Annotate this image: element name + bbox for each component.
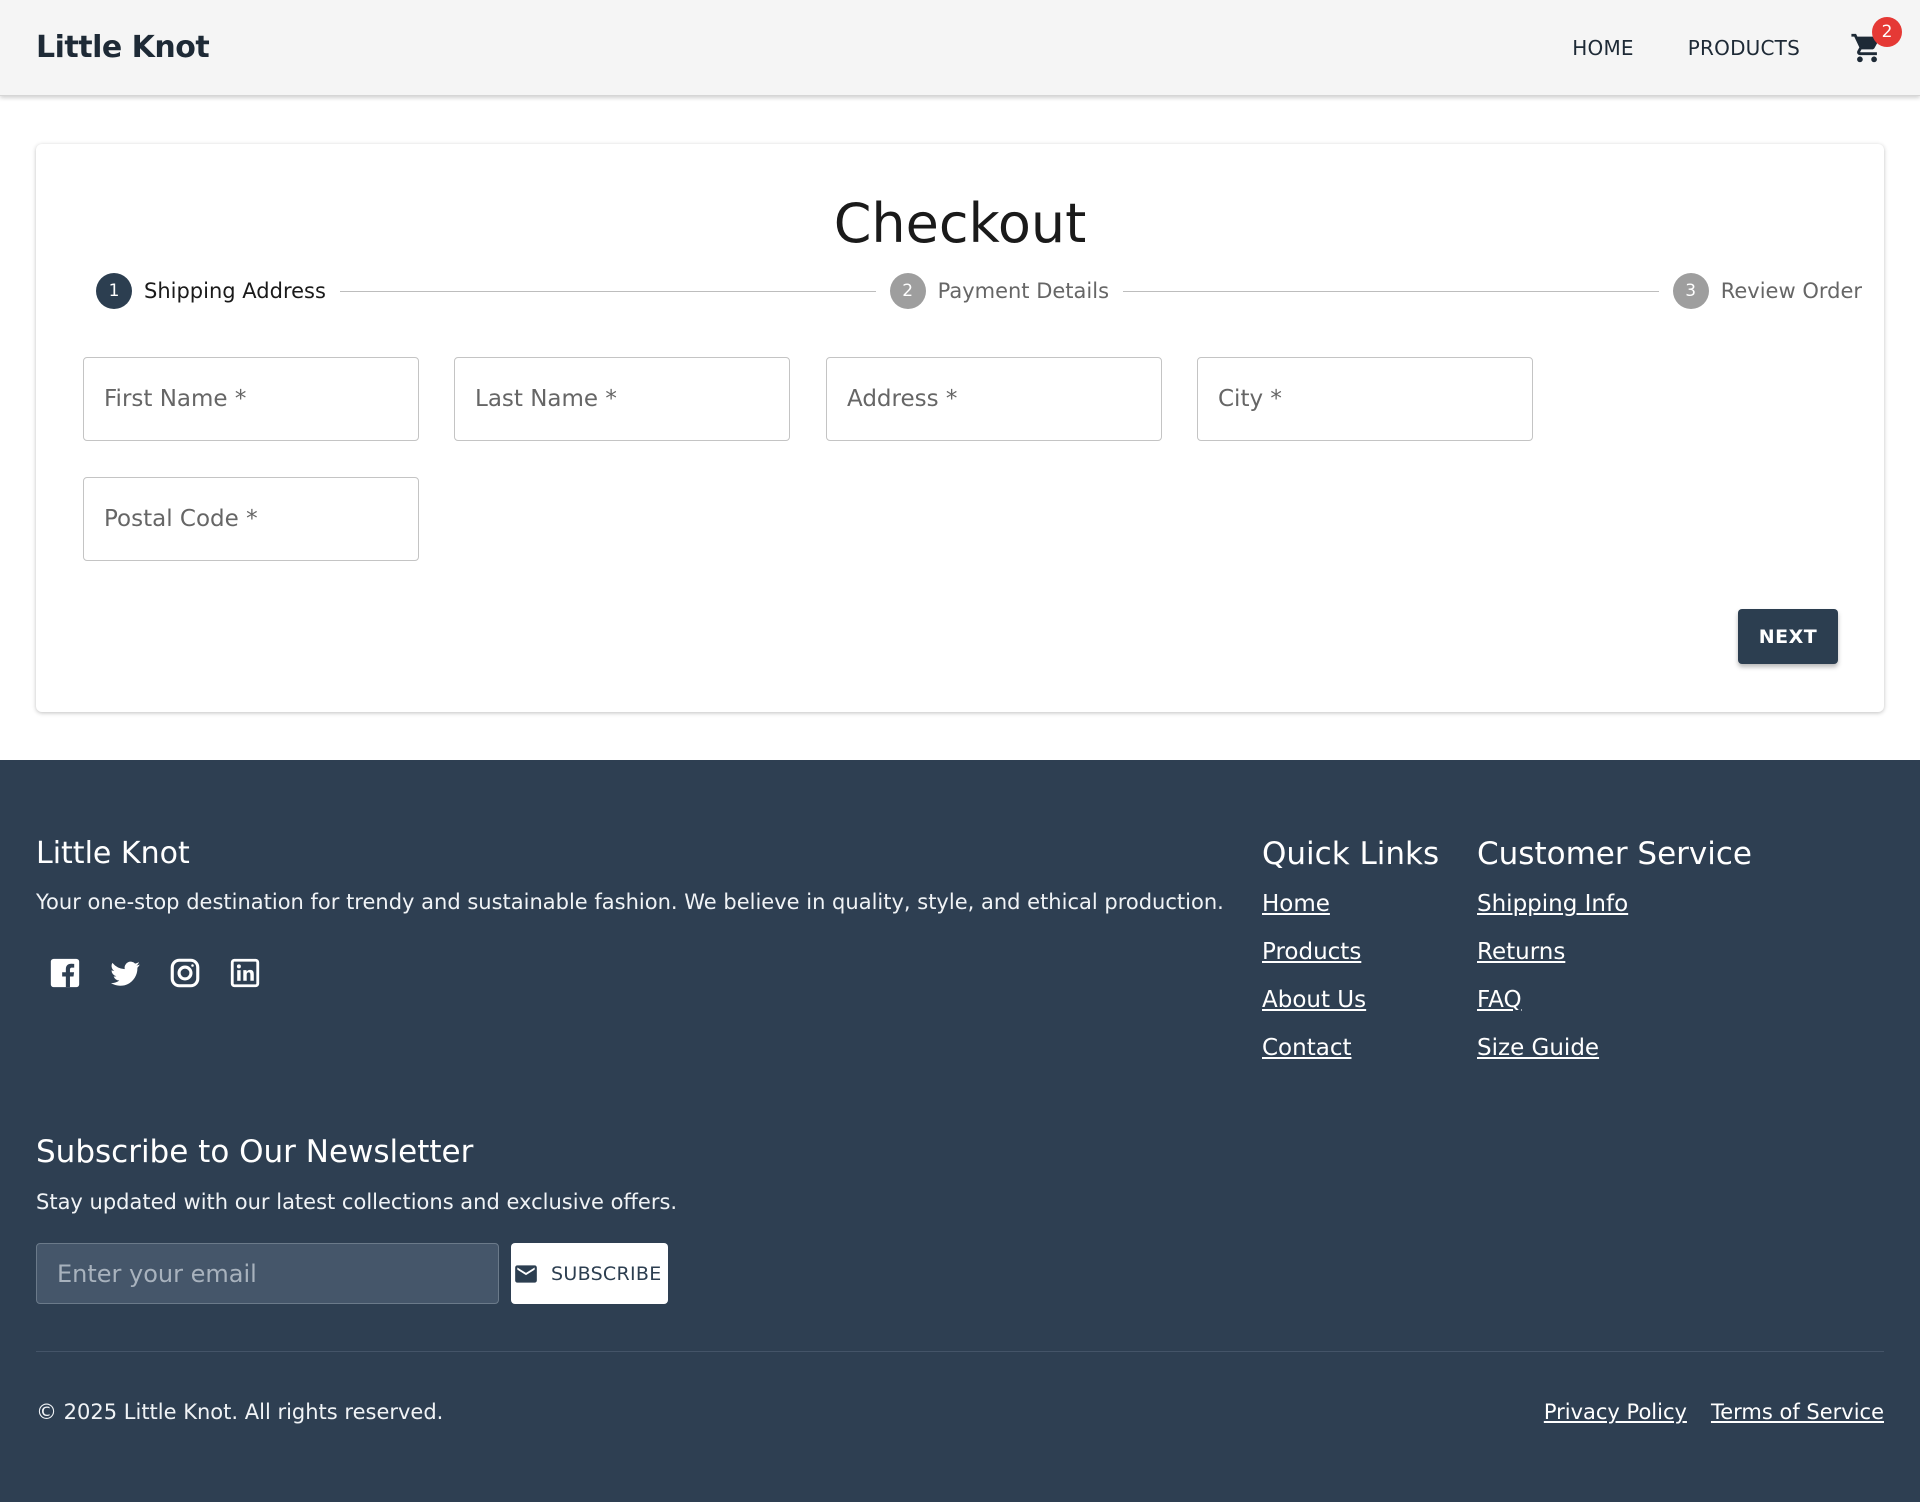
nav-home[interactable]: HOME	[1572, 36, 1633, 60]
step-label: Review Order	[1720, 279, 1862, 303]
site-footer: Little Knot Your one-stop destination fo…	[0, 760, 1920, 1502]
footer-link-shipping-info[interactable]: Shipping Info	[1477, 890, 1752, 919]
copyright-text: © 2025 Little Knot. All rights reserved.	[36, 1400, 444, 1424]
footer-divider	[36, 1351, 1884, 1352]
newsletter-description: Stay updated with our latest collections…	[36, 1190, 678, 1214]
footer-link-faq[interactable]: FAQ	[1477, 986, 1752, 1015]
twitter-icon[interactable]	[108, 956, 142, 990]
checkout-card: Checkout 1 Shipping Address 2 Payment De…	[36, 144, 1884, 712]
footer-brand: Little Knot	[36, 836, 190, 871]
main-nav: HOME PRODUCTS 2	[1572, 16, 1902, 65]
last-name-field	[454, 357, 790, 441]
logo[interactable]: Little Knot	[36, 30, 210, 65]
page-title: Checkout	[833, 192, 1087, 255]
linkedin-icon[interactable]	[228, 956, 262, 990]
footer-link-products[interactable]: Products	[1262, 938, 1439, 967]
social-links	[48, 956, 288, 990]
footer-link-contact[interactable]: Contact	[1262, 1034, 1439, 1063]
cart-count-badge: 2	[1872, 16, 1902, 47]
mail-icon	[515, 1264, 537, 1283]
step-label: Shipping Address	[144, 279, 326, 303]
step-number: 1	[96, 273, 132, 309]
customer-service-column: Customer Service Shipping Info Returns F…	[1477, 836, 1752, 1082]
footer-link-size-guide[interactable]: Size Guide	[1477, 1034, 1752, 1063]
last-name-input[interactable]	[455, 358, 789, 440]
postal-code-input[interactable]	[84, 478, 418, 560]
privacy-policy-link[interactable]: Privacy Policy	[1544, 1400, 1687, 1424]
step-shipping-address: 1 Shipping Address	[96, 273, 326, 309]
step-number: 3	[1672, 273, 1709, 309]
instagram-icon[interactable]	[168, 956, 202, 990]
subscribe-button[interactable]: SUBSCRIBE	[511, 1243, 668, 1304]
first-name-input[interactable]	[84, 358, 418, 440]
next-button[interactable]: NEXT	[1738, 609, 1838, 664]
checkout-stepper: 1 Shipping Address 2 Payment Details 3 R…	[96, 272, 1862, 310]
newsletter-title: Subscribe to Our Newsletter	[36, 1134, 474, 1170]
footer-link-home[interactable]: Home	[1262, 890, 1439, 919]
customer-service-title: Customer Service	[1477, 836, 1753, 872]
footer-description: Your one-stop destination for trendy and…	[36, 890, 1224, 914]
address-input[interactable]	[827, 358, 1161, 440]
footer-link-about-us[interactable]: About Us	[1262, 986, 1439, 1015]
terms-of-service-link[interactable]: Terms of Service	[1711, 1400, 1884, 1424]
legal-links: Privacy Policy Terms of Service	[1520, 1400, 1884, 1424]
step-payment-details: 2 Payment Details	[889, 273, 1110, 309]
newsletter-email-field	[36, 1243, 499, 1304]
postal-code-field	[83, 477, 419, 561]
step-connector	[339, 290, 876, 292]
address-field	[826, 357, 1162, 441]
subscribe-button-label: SUBSCRIBE	[551, 1262, 662, 1285]
newsletter-email-input[interactable]	[37, 1244, 498, 1303]
quick-links-title: Quick Links	[1262, 836, 1440, 872]
quick-links-column: Quick Links Home Products About Us Conta…	[1262, 836, 1439, 1082]
first-name-field	[83, 357, 419, 441]
cart-button[interactable]: 2	[1850, 16, 1902, 65]
step-number: 2	[889, 273, 926, 309]
nav-products[interactable]: PRODUCTS	[1688, 36, 1800, 60]
city-field	[1197, 357, 1533, 441]
app-header: Little Knot HOME PRODUCTS 2	[0, 0, 1920, 96]
step-label: Payment Details	[937, 279, 1110, 303]
step-review-order: 3 Review Order	[1672, 273, 1862, 309]
facebook-icon[interactable]	[48, 956, 82, 990]
city-input[interactable]	[1198, 358, 1532, 440]
footer-link-returns[interactable]: Returns	[1477, 938, 1752, 967]
step-connector	[1123, 290, 1659, 292]
